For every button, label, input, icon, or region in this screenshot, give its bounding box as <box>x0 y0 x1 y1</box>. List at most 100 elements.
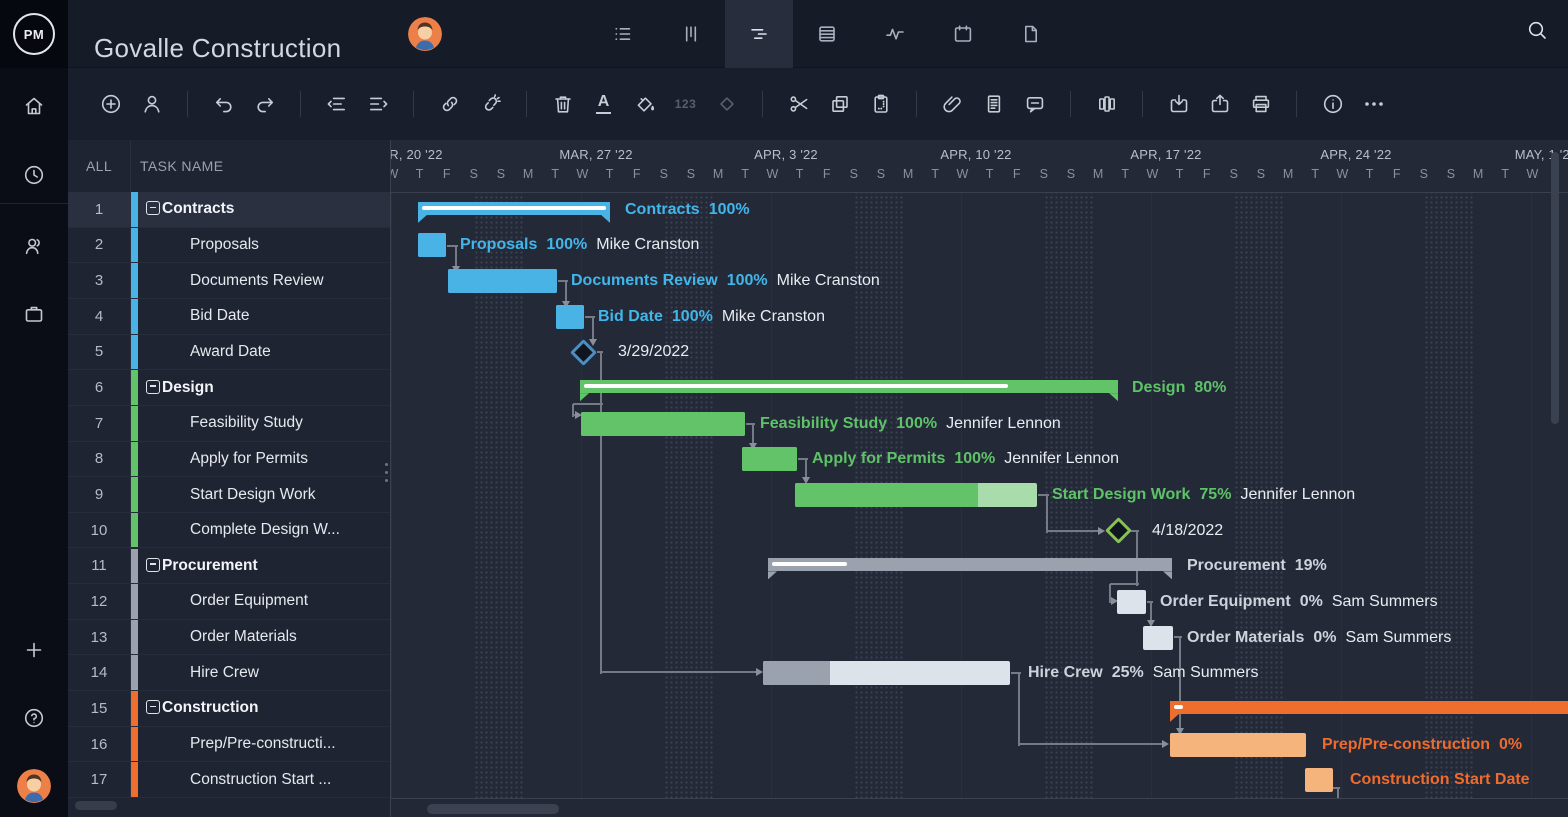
gantt-task-bar[interactable] <box>1305 768 1333 792</box>
gantt-task-bar[interactable] <box>1117 590 1146 614</box>
summary-progress-stripe <box>584 384 1008 388</box>
view-tab-board[interactable] <box>657 0 725 68</box>
task-row[interactable]: 1Contracts <box>68 192 390 228</box>
attachment-button[interactable] <box>932 84 973 124</box>
undo-button[interactable] <box>203 84 244 124</box>
gantt-task-bar[interactable] <box>1143 626 1173 650</box>
task-row[interactable]: 5Award Date <box>68 335 390 371</box>
task-panel-hscrollbar[interactable] <box>75 801 117 810</box>
task-row[interactable]: 6Design <box>68 370 390 406</box>
timeline-day-letter: T <box>1305 167 1325 181</box>
task-row[interactable]: 11Procurement <box>68 549 390 585</box>
sidebar-user-avatar[interactable] <box>0 766 68 806</box>
timeline-day-letter: S <box>1224 167 1244 181</box>
view-tab-activity[interactable] <box>861 0 929 68</box>
search-button[interactable] <box>1525 18 1549 47</box>
timeline-day-letter: M <box>1278 167 1298 181</box>
timeline-day-letter: M <box>708 167 728 181</box>
paste-button[interactable] <box>860 84 901 124</box>
milestone-diamond[interactable] <box>1105 517 1132 544</box>
task-row[interactable]: 3Documents Review <box>68 263 390 299</box>
unlink-tasks-button[interactable] <box>470 84 511 124</box>
view-tab-task-list[interactable] <box>589 0 657 68</box>
collapse-toggle-icon[interactable] <box>146 380 160 394</box>
timeline-day-letter: T <box>1360 167 1380 181</box>
task-row[interactable]: 12Order Equipment <box>68 584 390 620</box>
text-color-button[interactable]: A <box>583 84 624 124</box>
gantt-task-bar[interactable] <box>795 483 1037 507</box>
column-header-task-name[interactable]: TASK NAME <box>140 140 223 192</box>
task-row[interactable]: 15Construction <box>68 691 390 727</box>
timeline-day-letter: S <box>1061 167 1081 181</box>
notes-button[interactable] <box>973 84 1014 124</box>
label-percent: 100% <box>896 415 937 433</box>
task-row[interactable]: 7Feasibility Study <box>68 406 390 442</box>
gantt-summary-bar[interactable] <box>1170 701 1568 714</box>
gantt-task-bar[interactable] <box>763 661 1010 685</box>
task-row[interactable]: 13Order Materials <box>68 620 390 656</box>
gantt-hscrollbar[interactable] <box>427 804 559 814</box>
label-assignee: Sam Summers <box>1153 664 1259 682</box>
numbers-button[interactable]: 123 <box>665 84 706 124</box>
export-button[interactable] <box>1199 84 1240 124</box>
cut-button[interactable] <box>778 84 819 124</box>
task-row[interactable]: 16Prep/Pre-constructi... <box>68 727 390 763</box>
label-percent: 19% <box>1295 557 1327 575</box>
task-row[interactable]: 10Complete Design W... <box>68 513 390 549</box>
project-owner-avatar[interactable] <box>408 17 442 51</box>
view-tab-gantt[interactable] <box>725 0 793 68</box>
print-button[interactable] <box>1240 84 1281 124</box>
task-row[interactable]: 4Bid Date <box>68 299 390 335</box>
gantt-task-bar[interactable] <box>556 305 584 329</box>
gantt-task-bar[interactable] <box>1170 733 1306 757</box>
assign-member-button[interactable] <box>131 84 172 124</box>
gantt-task-bar[interactable] <box>581 412 745 436</box>
column-header-all[interactable]: ALL <box>68 140 130 192</box>
task-row[interactable]: 17Construction Start ... <box>68 762 390 798</box>
gantt-task-bar[interactable] <box>742 447 797 471</box>
link-tasks-button[interactable] <box>429 84 470 124</box>
pm-logo[interactable]: PM <box>0 0 68 68</box>
redo-button[interactable] <box>244 84 285 124</box>
dependency-line <box>1046 495 1048 533</box>
milestone-button[interactable] <box>706 84 747 124</box>
outdent-button[interactable] <box>316 84 357 124</box>
sidebar-clock-button[interactable] <box>0 155 68 195</box>
import-button[interactable] <box>1158 84 1199 124</box>
gantt-vscrollbar[interactable] <box>1551 152 1559 424</box>
unlink-tasks-icon <box>479 92 503 116</box>
copy-button[interactable] <box>819 84 860 124</box>
columns-button[interactable] <box>1086 84 1127 124</box>
panel-splitter-handle-icon[interactable] <box>385 463 388 466</box>
gantt-task-bar[interactable] <box>448 269 557 293</box>
sidebar-help-button[interactable] <box>0 698 68 738</box>
collapse-toggle-icon[interactable] <box>146 558 160 572</box>
sidebar-home-button[interactable] <box>0 86 68 126</box>
sidebar-plus-button[interactable] <box>0 630 68 670</box>
comment-button[interactable] <box>1014 84 1055 124</box>
indent-button[interactable] <box>357 84 398 124</box>
task-row[interactable]: 14Hire Crew <box>68 655 390 691</box>
collapse-toggle-icon[interactable] <box>146 201 160 215</box>
gantt-task-bar[interactable] <box>418 233 446 257</box>
view-tab-sheet[interactable] <box>793 0 861 68</box>
more-options-button[interactable] <box>1353 84 1394 124</box>
comment-icon <box>1023 92 1047 116</box>
view-tab-calendar[interactable] <box>929 0 997 68</box>
timeline-day-letter: M <box>1468 167 1488 181</box>
gantt-bar-label: Order Materials0%Sam Summers <box>1187 627 1451 649</box>
sidebar-people-button[interactable] <box>0 226 68 266</box>
dependency-line <box>601 671 758 673</box>
fill-color-button[interactable] <box>624 84 665 124</box>
delete-button[interactable] <box>542 84 583 124</box>
info-button[interactable] <box>1312 84 1353 124</box>
task-row[interactable]: 8Apply for Permits <box>68 442 390 478</box>
task-row[interactable]: 2Proposals <box>68 228 390 264</box>
collapse-toggle-icon[interactable] <box>146 700 160 714</box>
view-tab-docs[interactable] <box>997 0 1065 68</box>
task-row[interactable]: 9Start Design Work <box>68 477 390 513</box>
sidebar-briefcase-button[interactable] <box>0 294 68 334</box>
label-assignee: Sam Summers <box>1346 629 1452 647</box>
add-task-button[interactable] <box>90 84 131 124</box>
clock-icon <box>22 163 46 187</box>
